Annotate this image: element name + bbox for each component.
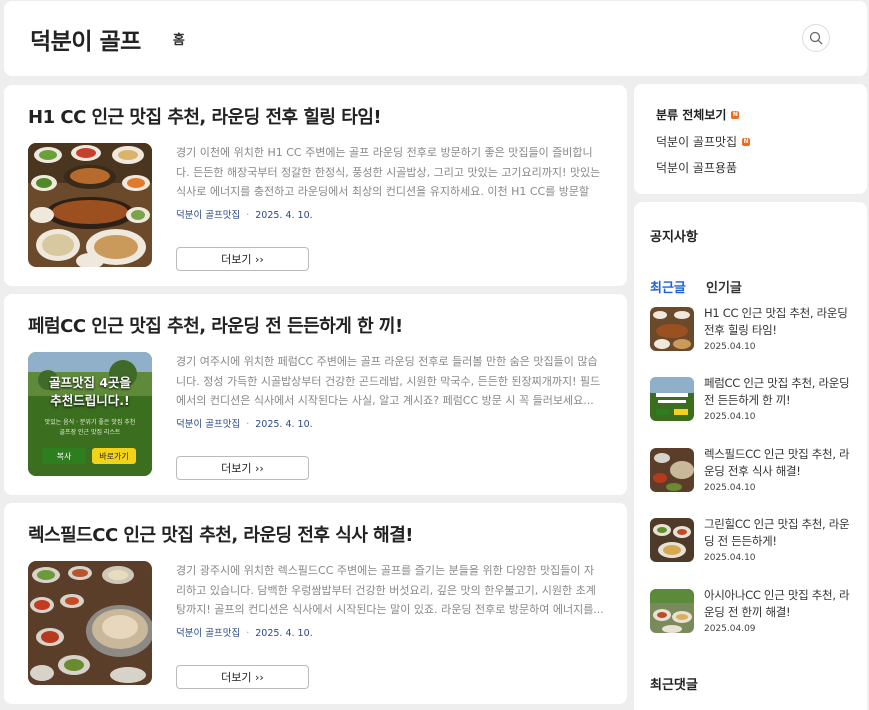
post-card: H1 CC 인근 맛집 추천, 라운딩 전후 힐링 타임! 경기 이천에 위치한… bbox=[4, 85, 627, 286]
thumbnail-copy-badge: 복사 bbox=[42, 448, 86, 464]
post-title[interactable]: 렉스필드CC 인근 맛집 추천, 라운딩 전후 식사 해결! bbox=[28, 521, 608, 547]
recent-post-item[interactable]: 그린힐CC 인근 맛집 추천, 라운딩 전 든든하게! 2025.04.10 bbox=[650, 517, 860, 568]
thumbnail-go-badge: 바로가기 bbox=[92, 448, 136, 464]
recent-post-item[interactable]: 페럼CC 인근 맛집 추천, 라운딩 전 든든하게 한 끼! 2025.04.1… bbox=[650, 376, 860, 427]
site-header: 덕분이 골프 홈 bbox=[4, 1, 867, 76]
more-button[interactable]: 더보기 ›› bbox=[176, 247, 309, 271]
recent-comments-heading: 최근댓글 bbox=[650, 678, 698, 693]
tab-recent[interactable]: 최근글 bbox=[650, 277, 686, 296]
nav-home-link[interactable]: 홈 bbox=[173, 29, 185, 48]
recent-post-thumbnail bbox=[650, 518, 694, 562]
post-excerpt: 경기 여주시에 위치한 페럼CC 주변에는 골프 라운딩 전후로 들러볼 만한 … bbox=[176, 355, 601, 407]
recent-post-title: 페럼CC 인근 맛집 추천, 라운딩 전 든든하게 한 끼! bbox=[704, 376, 850, 407]
food-table-image bbox=[28, 561, 152, 685]
food-spread-image bbox=[28, 143, 152, 267]
search-button[interactable] bbox=[802, 24, 830, 52]
thumbnail-headline: 골프맛집 4곳을 추천드립니다.! bbox=[48, 375, 132, 408]
recent-post-thumbnail bbox=[650, 589, 694, 633]
post-date: 2025. 4. 10. bbox=[255, 628, 313, 639]
recent-post-date: 2025.04.10 bbox=[704, 553, 756, 563]
post-excerpt: 경기 이천에 위치한 H1 CC 주변에는 골프 라운딩 전후로 방문하기 좋은… bbox=[176, 146, 601, 198]
recent-post-thumbnail bbox=[650, 448, 694, 492]
recent-post-thumbnail bbox=[650, 377, 694, 421]
recent-post-item[interactable]: 아시아나CC 인근 맛집 추천, 라운딩 전 한끼 해결! 2025.04.09 bbox=[650, 588, 860, 639]
post-meta: 덕분이 골프맛집 · 2025. 4. 10. bbox=[176, 628, 313, 639]
category-item-golf-gear[interactable]: 덕분이 골프용품 bbox=[656, 159, 737, 176]
sidebar-widgets: 공지사항 최근글 인기글 H1 CC 인근 맛집 추천, 라운딩 전후 힐링 타… bbox=[634, 202, 867, 710]
search-icon bbox=[809, 31, 823, 45]
post-category-link[interactable]: 덕분이 골프맛집 bbox=[176, 210, 240, 221]
post-thumbnail[interactable] bbox=[28, 561, 152, 685]
site-logo[interactable]: 덕분이 골프 bbox=[30, 22, 141, 56]
recent-post-title: 렉스필드CC 인근 맛집 추천, 라운딩 전후 식사 해결! bbox=[704, 447, 850, 478]
notice-heading[interactable]: 공지사항 bbox=[650, 226, 698, 245]
new-badge-icon: N bbox=[731, 110, 740, 119]
category-all-link[interactable]: 분류 전체보기 N bbox=[656, 106, 740, 123]
post-date: 2025. 4. 10. bbox=[255, 419, 313, 430]
thumbnail-subtext: 맛있는 음식 · 분위기 좋은 맛집 추천 골프장 인근 맛집 리스트 bbox=[44, 419, 136, 436]
more-button[interactable]: 더보기 ›› bbox=[176, 456, 309, 480]
recent-post-item[interactable]: H1 CC 인근 맛집 추천, 라운딩 전후 힐링 타임! 2025.04.10 bbox=[650, 306, 860, 357]
post-thumbnail[interactable] bbox=[28, 143, 152, 267]
recent-post-title: 아시아나CC 인근 맛집 추천, 라운딩 전 한끼 해결! bbox=[704, 588, 850, 619]
post-date: 2025. 4. 10. bbox=[255, 210, 313, 221]
recent-post-date: 2025.04.10 bbox=[704, 342, 756, 352]
category-box: 분류 전체보기 N 덕분이 골프맛집 N 덕분이 골프용품 bbox=[634, 84, 867, 194]
new-badge-icon: N bbox=[742, 137, 751, 146]
recent-post-title: 그린힐CC 인근 맛집 추천, 라운딩 전 든든하게! bbox=[704, 517, 850, 548]
post-category-link[interactable]: 덕분이 골프맛집 bbox=[176, 628, 240, 639]
post-thumbnail[interactable]: 골프맛집 4곳을 추천드립니다.! 맛있는 음식 · 분위기 좋은 맛집 추천 … bbox=[28, 352, 152, 476]
post-card: 렉스필드CC 인근 맛집 추천, 라운딩 전후 식사 해결! 경기 광주시에 위… bbox=[4, 503, 627, 704]
tab-popular[interactable]: 인기글 bbox=[706, 277, 742, 296]
recent-post-date: 2025.04.10 bbox=[704, 483, 756, 493]
post-title[interactable]: 페럼CC 인근 맛집 추천, 라운딩 전 든든하게 한 끼! bbox=[28, 312, 608, 338]
post-title[interactable]: H1 CC 인근 맛집 추천, 라운딩 전후 힐링 타임! bbox=[28, 103, 608, 129]
recent-post-item[interactable]: 렉스필드CC 인근 맛집 추천, 라운딩 전후 식사 해결! 2025.04.1… bbox=[650, 447, 860, 498]
post-category-link[interactable]: 덕분이 골프맛집 bbox=[176, 419, 240, 430]
recent-post-thumbnail bbox=[650, 307, 694, 351]
recent-post-date: 2025.04.09 bbox=[704, 624, 756, 634]
post-excerpt: 경기 광주시에 위치한 렉스필드CC 주변에는 골프를 즐기는 분들을 위한 다… bbox=[176, 564, 604, 616]
recent-post-title: H1 CC 인근 맛집 추천, 라운딩 전후 힐링 타임! bbox=[704, 306, 848, 337]
post-meta: 덕분이 골프맛집 · 2025. 4. 10. bbox=[176, 419, 313, 430]
recent-post-date: 2025.04.10 bbox=[704, 412, 756, 422]
category-item-golf-restaurants[interactable]: 덕분이 골프맛집 N bbox=[656, 133, 751, 150]
more-button[interactable]: 더보기 ›› bbox=[176, 665, 309, 689]
post-meta: 덕분이 골프맛집 · 2025. 4. 10. bbox=[176, 210, 313, 221]
post-card: 페럼CC 인근 맛집 추천, 라운딩 전 든든하게 한 끼! 골프맛집 4곳을 … bbox=[4, 294, 627, 495]
